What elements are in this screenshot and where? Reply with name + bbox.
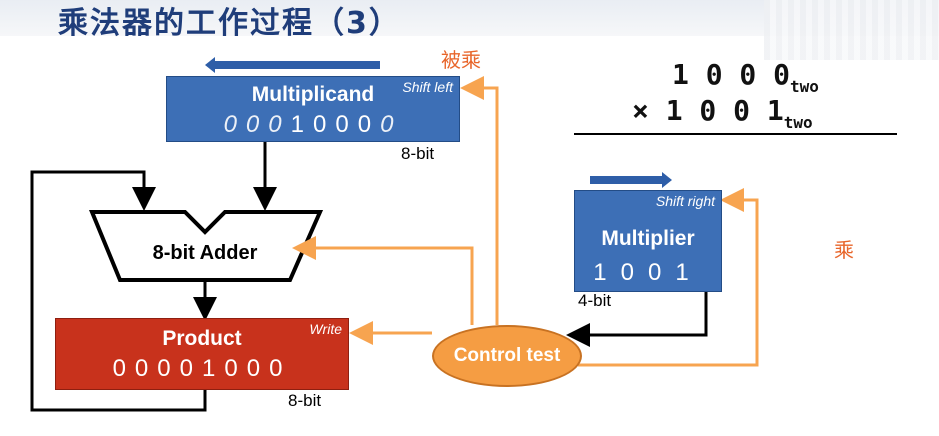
multiplier-bit: 0 xyxy=(620,259,648,286)
product-bit: 0 xyxy=(157,355,180,382)
multiplier-bit: 1 xyxy=(675,259,703,286)
product-name: Product xyxy=(162,327,242,350)
product-register: Product Write 00001000 xyxy=(55,318,349,390)
multiplicand-operation: Shift left xyxy=(402,79,453,95)
multiplier-cn-label: 乘 xyxy=(834,238,854,262)
product-bit: 0 xyxy=(269,355,292,382)
multiplicand-bit: 0 xyxy=(223,111,246,138)
product-bit: 0 xyxy=(179,355,202,382)
product-bits: 00001000 xyxy=(56,355,348,383)
multiplier-bits: 1001 xyxy=(575,259,721,287)
multiplicand-bit: 0 xyxy=(245,111,269,138)
product-bit: 1 xyxy=(202,355,225,382)
multiplicand-bit: 0 xyxy=(268,111,291,138)
example-times-sign: × xyxy=(632,94,649,127)
multiplicand-register: Multiplicand Shift left 00010000 xyxy=(166,76,460,142)
multiplicand-bit: 0 xyxy=(357,111,381,138)
multiplier-register: Shift right Multiplier 1001 xyxy=(574,190,722,292)
shift-right-arrow xyxy=(590,172,672,188)
product-bit: 0 xyxy=(224,355,247,382)
multiplicand-width: 8-bit xyxy=(401,144,435,163)
multiplicand-bit: 0 xyxy=(313,111,336,138)
multiplier-width: 4-bit xyxy=(578,291,612,310)
multiplicand-bit: 1 xyxy=(290,111,313,138)
multiplicand-bit: 0 xyxy=(335,111,358,138)
multiplier-name: Multiplier xyxy=(601,227,695,250)
product-bit: 0 xyxy=(134,355,158,382)
product-bit: 0 xyxy=(112,355,135,382)
product-width: 8-bit xyxy=(288,391,322,410)
product-operation: Write xyxy=(309,321,342,337)
multiplier-bit: 1 xyxy=(593,259,621,286)
adder-label: 8-bit Adder xyxy=(152,242,258,264)
example-line-1: 1 0 0 0two xyxy=(672,58,819,96)
control-test: Control test xyxy=(432,325,582,387)
multiplicand-cn-label: 被乘 xyxy=(441,48,481,72)
multiplicand-bits: 00010000 xyxy=(167,111,459,139)
multiplier-operation: Shift right xyxy=(655,193,715,209)
multiplicand-bit: 0 xyxy=(380,111,403,138)
example-multiplier-digits: 1 0 0 1 xyxy=(665,94,784,127)
example-base-label: two xyxy=(783,113,813,132)
shift-left-arrow xyxy=(205,57,380,73)
control-to-adder xyxy=(292,236,474,325)
example-multiplicand-digits: 1 0 0 0 xyxy=(672,58,791,91)
example-line-2: × 1 0 0 1two xyxy=(632,94,813,132)
product-bit: 0 xyxy=(246,355,270,382)
multiplier-bit: 0 xyxy=(648,259,676,286)
